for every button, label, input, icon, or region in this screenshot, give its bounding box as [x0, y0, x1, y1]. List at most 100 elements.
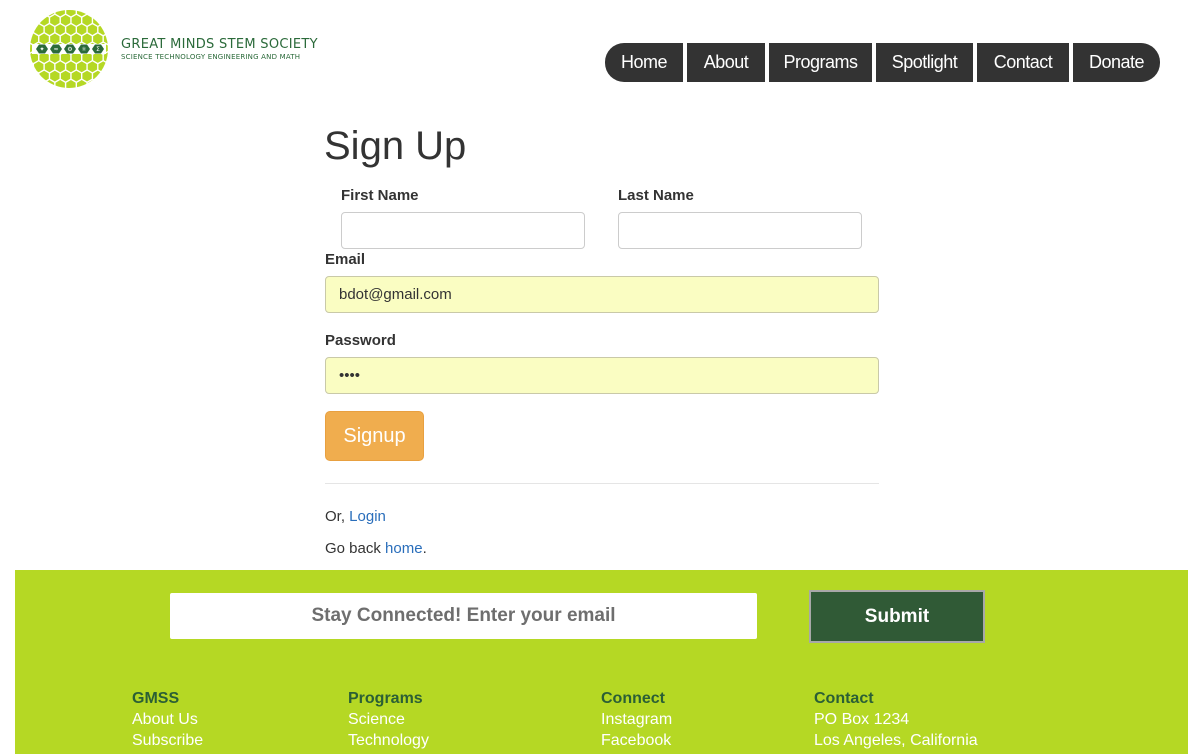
- go-back-line: Go back home.: [325, 540, 427, 557]
- logo-hexagon: [98, 10, 108, 17]
- logo-hexagon: [34, 24, 44, 35]
- subscribe-email-input[interactable]: [170, 593, 757, 639]
- logo-hexagon: [44, 10, 55, 17]
- logo-hexagon: [82, 33, 92, 45]
- go-back-text: Go back: [325, 540, 386, 557]
- footer-link-instagram[interactable]: Instagram: [601, 709, 672, 730]
- first-name-label: First Name: [341, 187, 419, 204]
- logo-hexagon: [66, 61, 76, 73]
- footer-column-contact: Contact PO Box 1234 Los Angeles, Califor…: [814, 688, 978, 751]
- brand: GREAT MINDS STEM SOCIETY SCIENCE TECHNOL…: [121, 37, 318, 61]
- logo-hexagon: [44, 80, 55, 88]
- footer-heading: Contact: [814, 690, 874, 707]
- signup-button[interactable]: Signup: [325, 411, 424, 461]
- brand-title: GREAT MINDS STEM SOCIETY: [121, 37, 318, 52]
- nav-home[interactable]: Home: [605, 43, 683, 82]
- logo-hexagon: [50, 14, 60, 26]
- logo-hexagon: [103, 33, 108, 45]
- logo-hexagon: [77, 10, 87, 17]
- logo-hexagon: [77, 24, 87, 35]
- logo-hexagon: [109, 80, 110, 88]
- nav-about[interactable]: About: [687, 43, 765, 82]
- footer-heading: Programs: [348, 690, 423, 707]
- logo-hexagon: [66, 10, 76, 17]
- email-field[interactable]: [325, 276, 879, 313]
- logo-hexagon: [34, 80, 44, 88]
- logo-hexagon: [87, 10, 98, 17]
- logo-hexagon: [39, 70, 49, 82]
- home-link[interactable]: home: [385, 540, 423, 557]
- footer-heading: GMSS: [132, 690, 180, 707]
- logo-hexagon: [44, 61, 55, 73]
- last-name-label: Last Name: [618, 187, 694, 204]
- svg-text:✦: ✦: [39, 46, 44, 53]
- logo-hexagon: [30, 24, 33, 35]
- logo-hexagon: [71, 14, 81, 26]
- logo-hexagon: [55, 10, 65, 17]
- logo-hexagon: [30, 80, 33, 88]
- logo-hexagon: [93, 33, 103, 45]
- nav-contact[interactable]: Contact: [977, 43, 1069, 82]
- logo-hexagon: [34, 61, 44, 73]
- footer-link-about-us[interactable]: About Us: [132, 709, 203, 730]
- footer-city-line: Los Angeles, California: [814, 732, 978, 749]
- logo-hexagon: [98, 80, 108, 88]
- svg-text:Σ: Σ: [96, 46, 100, 53]
- footer-column-connect: Connect Instagram Facebook: [601, 688, 672, 751]
- logo-hexagon: [30, 42, 33, 54]
- logo-hexagon: [82, 14, 92, 26]
- footer-link-facebook[interactable]: Facebook: [601, 730, 672, 751]
- password-field[interactable]: [325, 357, 879, 394]
- logo-hexagon: [82, 70, 92, 82]
- first-name-field[interactable]: [341, 212, 585, 249]
- logo-hexagon: [55, 61, 65, 73]
- page-title: Sign Up: [324, 124, 467, 168]
- logo-hexagon: [87, 24, 98, 35]
- divider: [325, 483, 879, 484]
- logo-hexagon: [39, 33, 49, 45]
- nav-spotlight[interactable]: Spotlight: [876, 43, 973, 82]
- nav-donate[interactable]: Donate: [1073, 43, 1160, 82]
- logo-hexagon: [44, 24, 55, 35]
- logo-hexagon: [87, 80, 98, 88]
- logo-hexagon: [109, 43, 110, 54]
- logo-hexagon: [71, 33, 81, 45]
- logo-icon[interactable]: ✦ ≈ ⚙ ⚛ Σ: [28, 10, 110, 88]
- logo-hexagon: [55, 80, 65, 88]
- footer-link-science[interactable]: Science: [348, 709, 429, 730]
- footer-column-programs: Programs Science Technology: [348, 688, 429, 751]
- svg-text:≈: ≈: [53, 46, 58, 53]
- logo-hexagon: [71, 70, 81, 82]
- nav-programs[interactable]: Programs: [769, 43, 872, 82]
- logo-hexagon: [109, 24, 110, 35]
- logo-hexagon: [39, 14, 49, 26]
- logo-hexagon: [103, 14, 108, 26]
- subscribe-submit-button[interactable]: Submit: [809, 590, 985, 643]
- login-line: Or, Login: [325, 508, 386, 525]
- logo-hexagon: [60, 33, 71, 45]
- footer-heading: Connect: [601, 690, 665, 707]
- logo-hexagon: [93, 14, 103, 26]
- logo-hexagon: [66, 24, 76, 35]
- main-nav: Home About Programs Spotlight Contact Do…: [605, 43, 1160, 82]
- footer-link-technology[interactable]: Technology: [348, 730, 429, 751]
- footer-address-line: PO Box 1234: [814, 711, 910, 728]
- last-name-field[interactable]: [618, 212, 862, 249]
- password-label: Password: [325, 332, 396, 349]
- logo-hexagon: [30, 33, 39, 45]
- footer: Submit GMSS About Us Subscribe Programs …: [15, 570, 1188, 754]
- svg-text:⚛: ⚛: [81, 46, 86, 53]
- logo-hexagon: [50, 33, 60, 45]
- email-label: Email: [325, 251, 366, 268]
- svg-text:⚙: ⚙: [67, 46, 72, 53]
- footer-link-subscribe[interactable]: Subscribe: [132, 730, 203, 751]
- login-link[interactable]: Login: [349, 508, 386, 525]
- logo-hexagon: [30, 70, 39, 82]
- footer-column-gmss: GMSS About Us Subscribe: [132, 688, 203, 751]
- logo-hexagon: [30, 14, 39, 26]
- logo-hexagon: [87, 61, 98, 73]
- logo-hexagon: [98, 24, 108, 35]
- logo-hexagon: [55, 24, 65, 35]
- logo-hexagon: [77, 80, 87, 88]
- or-text: Or,: [325, 508, 350, 525]
